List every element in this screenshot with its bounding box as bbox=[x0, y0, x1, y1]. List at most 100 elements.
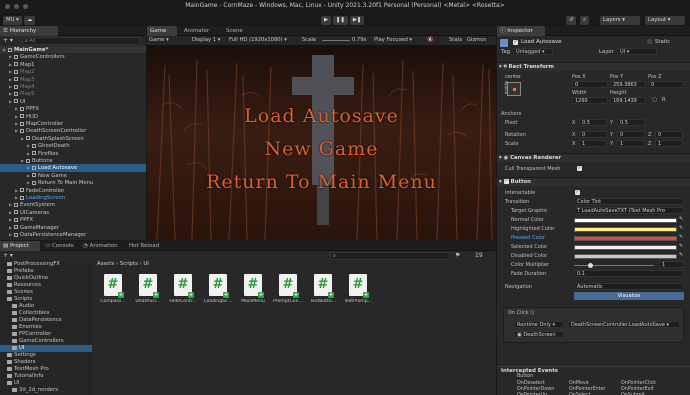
hierarchy-item[interactable]: ▶ UICameras bbox=[0, 209, 146, 216]
interactable-checkbox[interactable]: ✓ bbox=[575, 190, 580, 195]
tab-inspector[interactable]: ⓘ Inspector bbox=[497, 26, 545, 36]
hierarchy-item[interactable]: ▶ GhostDeath bbox=[0, 142, 146, 149]
account-button[interactable]: MU ▾ bbox=[3, 16, 22, 25]
rot-x-field[interactable]: 0 bbox=[579, 131, 607, 138]
color-multiplier-field[interactable]: 1 bbox=[659, 261, 684, 268]
tab-animation[interactable]: ◔ Animation bbox=[80, 241, 122, 251]
resolution-dropdown[interactable]: Full HD (1920x1080) ▾ bbox=[229, 36, 287, 45]
layout-dropdown[interactable]: Layout ▾ bbox=[645, 16, 685, 25]
hierarchy-item[interactable]: ▶ Map3 bbox=[0, 76, 146, 83]
hierarchy-item[interactable]: ▶ Load Autosave bbox=[0, 164, 146, 172]
hierarchy-search-input[interactable]: ⌕ All bbox=[22, 37, 140, 45]
script-file[interactable]: # + MainMenu bbox=[237, 274, 269, 316]
layer-dropdown[interactable]: UI ▾ bbox=[617, 48, 657, 55]
add-object-button[interactable]: + ▾ bbox=[3, 37, 13, 44]
project-folder-item[interactable]: Prefabs bbox=[0, 268, 92, 275]
tab-game[interactable]: Game bbox=[147, 26, 177, 36]
play-mode-dropdown[interactable]: Play Focused ▾ bbox=[374, 36, 412, 45]
scale-x-field[interactable]: 1 bbox=[579, 140, 607, 147]
fade-duration-field[interactable]: 0.1 bbox=[574, 270, 684, 277]
scale-slider[interactable] bbox=[322, 40, 350, 41]
anchor-preset-widget[interactable] bbox=[507, 82, 521, 96]
hierarchy-item[interactable]: ▶ GameManager bbox=[0, 224, 146, 231]
hierarchy-item[interactable]: ▶ MainGame* bbox=[0, 46, 146, 54]
eyedropper-icon[interactable]: ✎ bbox=[679, 225, 683, 231]
hierarchy-item[interactable]: ▶ Fireflies bbox=[0, 150, 146, 157]
anchors-label[interactable]: Anchors bbox=[501, 111, 521, 117]
pos-x-field[interactable]: 0 bbox=[572, 81, 608, 88]
target-object-field[interactable]: ▣ DeathScreen bbox=[514, 331, 564, 338]
script-file[interactable]: # + PromptCon... bbox=[272, 274, 304, 316]
project-folder-item[interactable]: UI bbox=[0, 380, 92, 387]
canvas-renderer-header[interactable]: ▾ ◉ Canvas Renderer bbox=[497, 153, 690, 162]
project-folder-item[interactable]: Resources bbox=[0, 282, 92, 289]
normal-color-swatch[interactable] bbox=[574, 218, 677, 223]
breadcrumb-assets[interactable]: Assets bbox=[97, 261, 114, 267]
tab-animator[interactable]: Animator bbox=[181, 26, 219, 36]
filter-icon[interactable]: ⚑ bbox=[455, 252, 460, 259]
project-folder-item[interactable]: Settings bbox=[0, 352, 92, 359]
menu-load-autosave[interactable]: Load Autosave bbox=[147, 105, 496, 127]
cull-mesh-checkbox[interactable]: ✓ bbox=[577, 166, 582, 171]
project-folder-item[interactable]: TextMesh Pro bbox=[0, 366, 92, 373]
pivot-x-field[interactable]: 0.5 bbox=[579, 119, 607, 126]
hierarchy-item[interactable]: ▶ Return To Main Menu bbox=[0, 179, 146, 186]
script-file[interactable]: # + FadeContr... bbox=[167, 274, 199, 316]
pause-button[interactable]: ❚❚ bbox=[333, 16, 348, 25]
rect-transform-header[interactable]: ▾ ⌗ Rect Transform bbox=[497, 62, 690, 71]
eyedropper-icon[interactable]: ✎ bbox=[679, 216, 683, 222]
mute-icon[interactable]: 🔇 bbox=[427, 36, 433, 45]
breadcrumb-scripts[interactable]: Scripts bbox=[120, 261, 138, 267]
script-file[interactable]: # + LoadingSc... bbox=[202, 274, 234, 316]
hierarchy-item[interactable]: ▶ Map5 bbox=[0, 90, 146, 97]
static-checkbox[interactable] bbox=[647, 39, 652, 44]
project-folder-item[interactable]: 3d_2d_renders bbox=[0, 387, 92, 394]
project-folder-item[interactable]: Collectibles bbox=[0, 310, 92, 317]
tab-hot-reload[interactable]: Hot Reload bbox=[126, 241, 168, 251]
hierarchy-item[interactable]: ▶ EventSystem bbox=[0, 201, 146, 208]
visualize-button[interactable]: Visualize bbox=[574, 292, 684, 300]
active-checkbox[interactable]: ✓ bbox=[513, 40, 518, 45]
hierarchy-item[interactable]: ▶ HUD bbox=[0, 113, 146, 120]
scale-z-field[interactable]: 1 bbox=[655, 140, 683, 147]
layers-dropdown[interactable]: Layers ▾ bbox=[600, 16, 640, 25]
selected-color-swatch[interactable] bbox=[574, 245, 677, 250]
hierarchy-item[interactable]: ▶ DeathScreenController bbox=[0, 127, 146, 134]
project-folder-item[interactable]: Shaders bbox=[0, 359, 92, 366]
project-folder-item[interactable]: DataPersistence bbox=[0, 317, 92, 324]
hierarchy-item[interactable]: ▶ Map1 bbox=[0, 61, 146, 68]
pos-z-field[interactable]: 0 bbox=[648, 81, 684, 88]
pos-y-field[interactable]: 259.3863 bbox=[610, 81, 646, 88]
rot-y-field[interactable]: 0 bbox=[617, 131, 645, 138]
hierarchy-item[interactable]: ▶ FadeController bbox=[0, 187, 146, 194]
button-component-header[interactable]: ▾ ✓ Button bbox=[497, 177, 690, 186]
breadcrumb-ui[interactable]: UI bbox=[143, 261, 148, 267]
project-folder-item[interactable]: FPController bbox=[0, 331, 92, 338]
blueprint-button[interactable]: ▢ bbox=[652, 97, 657, 103]
eyedropper-icon[interactable]: ✎ bbox=[679, 252, 683, 258]
hierarchy-item[interactable]: ▶ PPFX bbox=[0, 216, 146, 223]
script-file[interactable]: # + DeathScr... bbox=[132, 274, 164, 316]
slider-handle[interactable] bbox=[587, 263, 593, 268]
tab-scene[interactable]: Scene bbox=[223, 26, 253, 36]
transition-dropdown[interactable]: Color Tint bbox=[574, 198, 684, 205]
project-folder-item[interactable]: Audio bbox=[0, 303, 92, 310]
hierarchy-item[interactable]: ▶ GameControllers bbox=[0, 53, 146, 60]
project-folder-item[interactable]: PostProcessingFX bbox=[0, 261, 92, 268]
button-enabled-checkbox[interactable]: ✓ bbox=[503, 179, 509, 184]
hierarchy-item[interactable]: ▶ Map2 bbox=[0, 68, 146, 75]
script-file[interactable]: # + Compass... bbox=[97, 274, 129, 316]
eyedropper-icon[interactable]: ✎ bbox=[679, 243, 683, 249]
hierarchy-item[interactable]: ▶ DataPersistenceManager bbox=[0, 231, 146, 238]
create-asset-button[interactable]: + ▾ bbox=[3, 252, 13, 259]
game-viewport[interactable]: Load Autosave New Game Return To Main Me… bbox=[147, 45, 496, 240]
search-button[interactable]: ⌕ bbox=[580, 16, 589, 25]
hierarchy-item[interactable]: ▶ MapController bbox=[0, 120, 146, 127]
tab-hierarchy[interactable]: ☰ Hierarchy bbox=[0, 26, 58, 36]
menu-return-main[interactable]: Return To Main Menu bbox=[147, 171, 496, 193]
width-field[interactable]: 1260 bbox=[572, 97, 608, 104]
pivot-y-field[interactable]: 0.5 bbox=[617, 119, 645, 126]
rot-z-field[interactable]: 0 bbox=[655, 131, 683, 138]
hierarchy-item[interactable]: ▶ Buttons bbox=[0, 157, 146, 164]
display-dropdown[interactable]: Display 1 ▾ bbox=[192, 36, 220, 45]
